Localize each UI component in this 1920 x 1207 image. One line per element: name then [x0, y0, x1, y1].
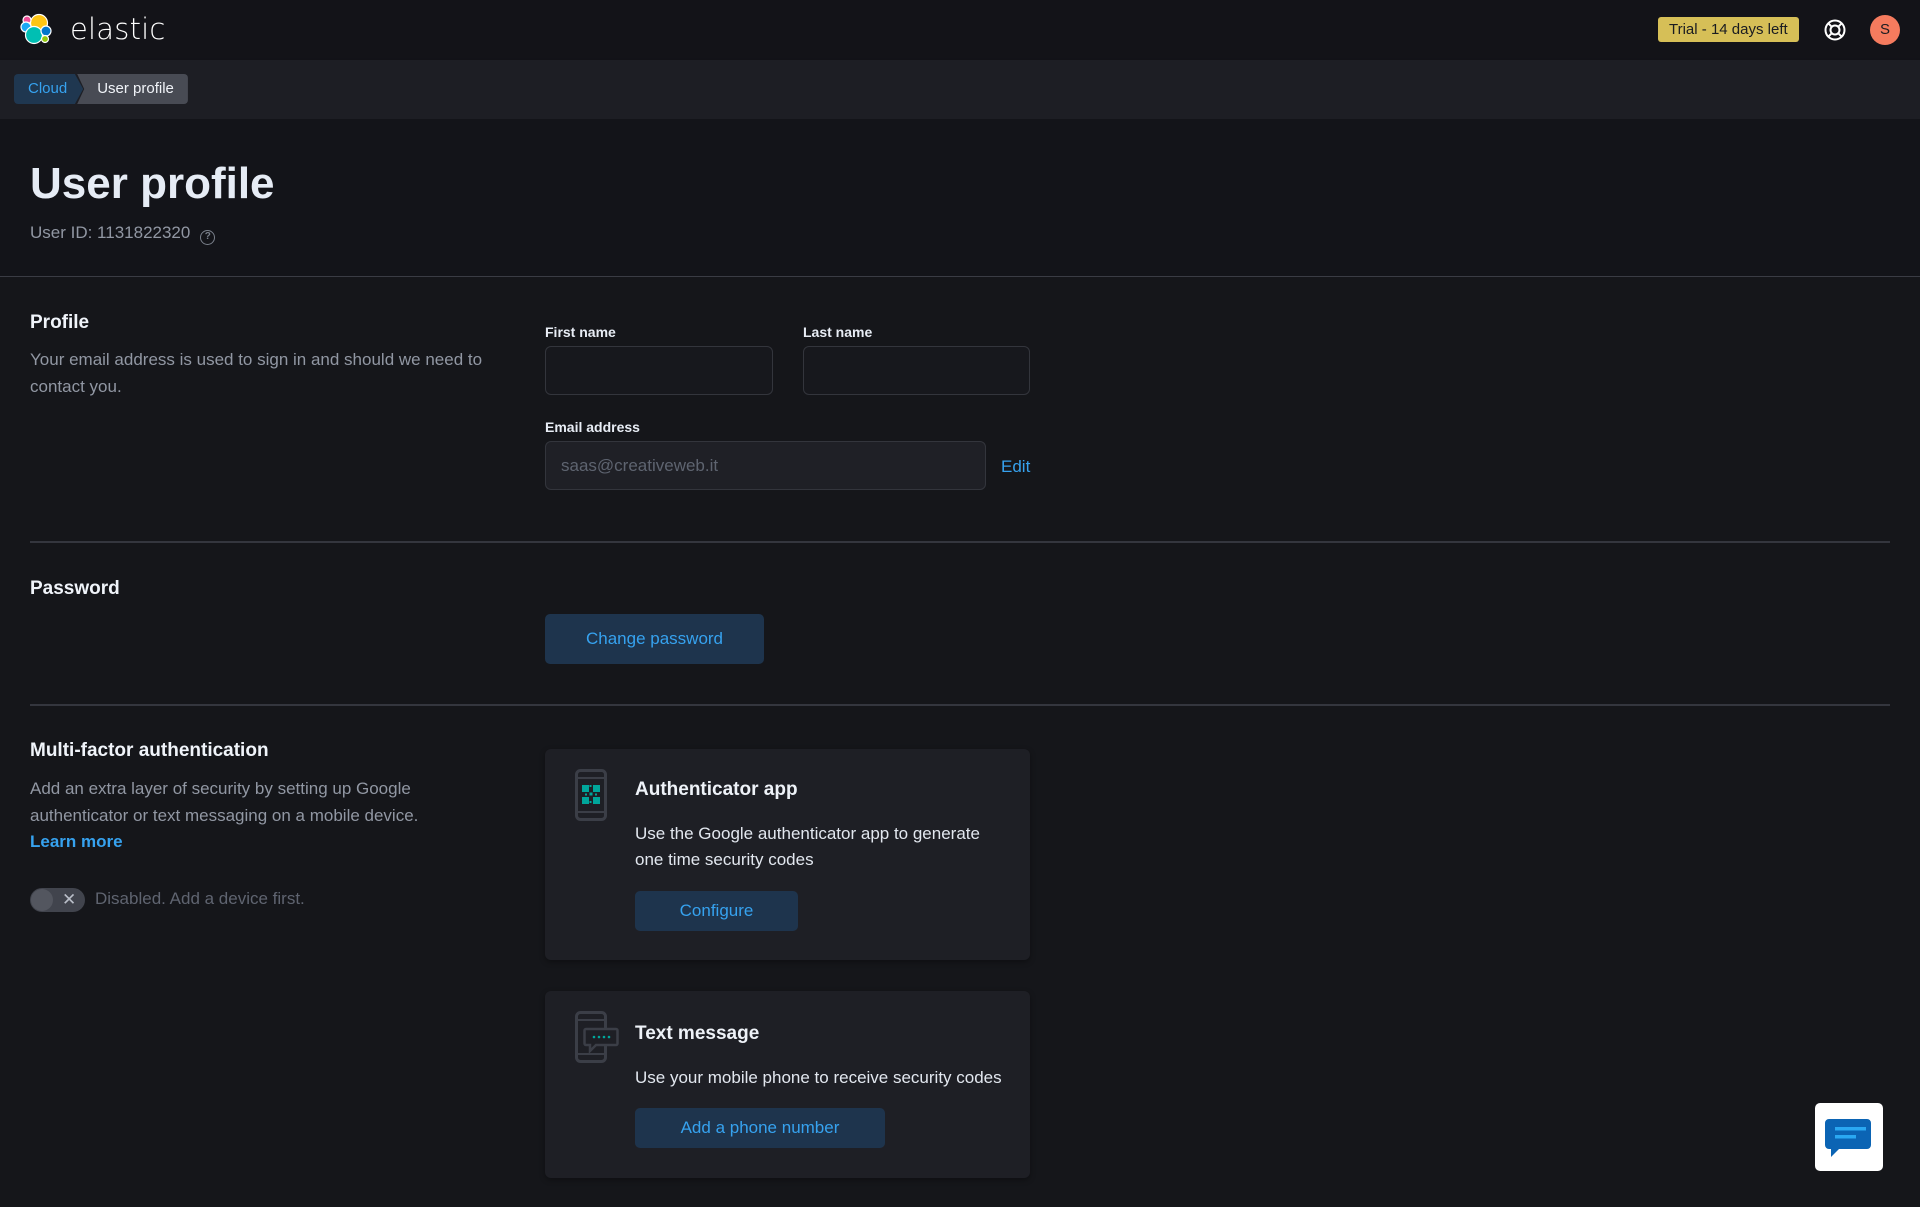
- trial-badge[interactable]: Trial - 14 days left: [1658, 17, 1799, 42]
- first-name-input[interactable]: [545, 346, 773, 395]
- authenticator-app-description: Use the Google authenticator app to gene…: [635, 824, 980, 869]
- mfa-section-description: Add an extra layer of security by settin…: [30, 779, 419, 825]
- mfa-section-title: Multi-factor authentication: [30, 740, 269, 761]
- top-header: elastic Trial - 14 days left S: [0, 0, 1920, 60]
- email-label: Email address: [545, 419, 640, 435]
- text-message-title: Text message: [635, 1023, 760, 1044]
- authenticator-app-title: Authenticator app: [635, 779, 798, 800]
- text-message-description: Use your mobile phone to receive securit…: [635, 1068, 1002, 1087]
- edit-email-link[interactable]: Edit: [1001, 457, 1030, 477]
- mfa-toggle-label: Disabled. Add a device first.: [95, 889, 305, 908]
- chat-widget-button[interactable]: [1815, 1103, 1883, 1171]
- change-password-button[interactable]: Change password: [545, 614, 764, 664]
- life-buoy-icon[interactable]: [1823, 18, 1847, 42]
- user-id-row: User ID: 1131822320?: [30, 223, 216, 245]
- text-message-card: Text message Use your mobile phone to re…: [545, 991, 1030, 1178]
- breadcrumb: Cloud User profile: [14, 74, 188, 104]
- page-header: User profile User ID: 1131822320?: [0, 119, 1920, 276]
- user-avatar[interactable]: S: [1870, 15, 1900, 45]
- profile-section-description: Your email address is used to sign in an…: [30, 350, 483, 396]
- user-id-text: User ID: 1131822320: [30, 223, 191, 242]
- password-section-title: Password: [30, 578, 120, 599]
- section-divider: [30, 704, 1890, 706]
- section-divider: [30, 541, 1890, 543]
- sms-phone-icon: [575, 1011, 619, 1063]
- configure-button[interactable]: Configure: [635, 891, 798, 931]
- elastic-logo-icon[interactable]: [19, 12, 53, 46]
- breadcrumb-cloud[interactable]: Cloud: [14, 74, 84, 104]
- first-name-label: First name: [545, 324, 616, 340]
- profile-section-title: Profile: [30, 312, 90, 333]
- authenticator-phone-icon: [575, 769, 607, 821]
- last-name-input[interactable]: [803, 346, 1030, 395]
- mfa-toggle[interactable]: ✕: [30, 888, 85, 912]
- email-input[interactable]: [545, 441, 986, 490]
- authenticator-app-card: Authenticator app Use the Google authent…: [545, 749, 1030, 960]
- add-phone-number-button[interactable]: Add a phone number: [635, 1108, 885, 1148]
- toggle-knob: [31, 889, 53, 911]
- help-question-icon[interactable]: ?: [200, 230, 216, 245]
- brand-name[interactable]: elastic: [70, 12, 166, 46]
- chat-bubble-icon: [1825, 1119, 1871, 1157]
- header-divider: [0, 276, 1920, 277]
- breadcrumb-user-profile: User profile: [77, 74, 188, 104]
- breadcrumb-bar: Cloud User profile: [0, 60, 1920, 119]
- learn-more-link[interactable]: Learn more: [30, 832, 123, 852]
- page-title: User profile: [30, 159, 275, 208]
- close-icon: ✕: [62, 890, 77, 909]
- last-name-label: Last name: [803, 324, 873, 340]
